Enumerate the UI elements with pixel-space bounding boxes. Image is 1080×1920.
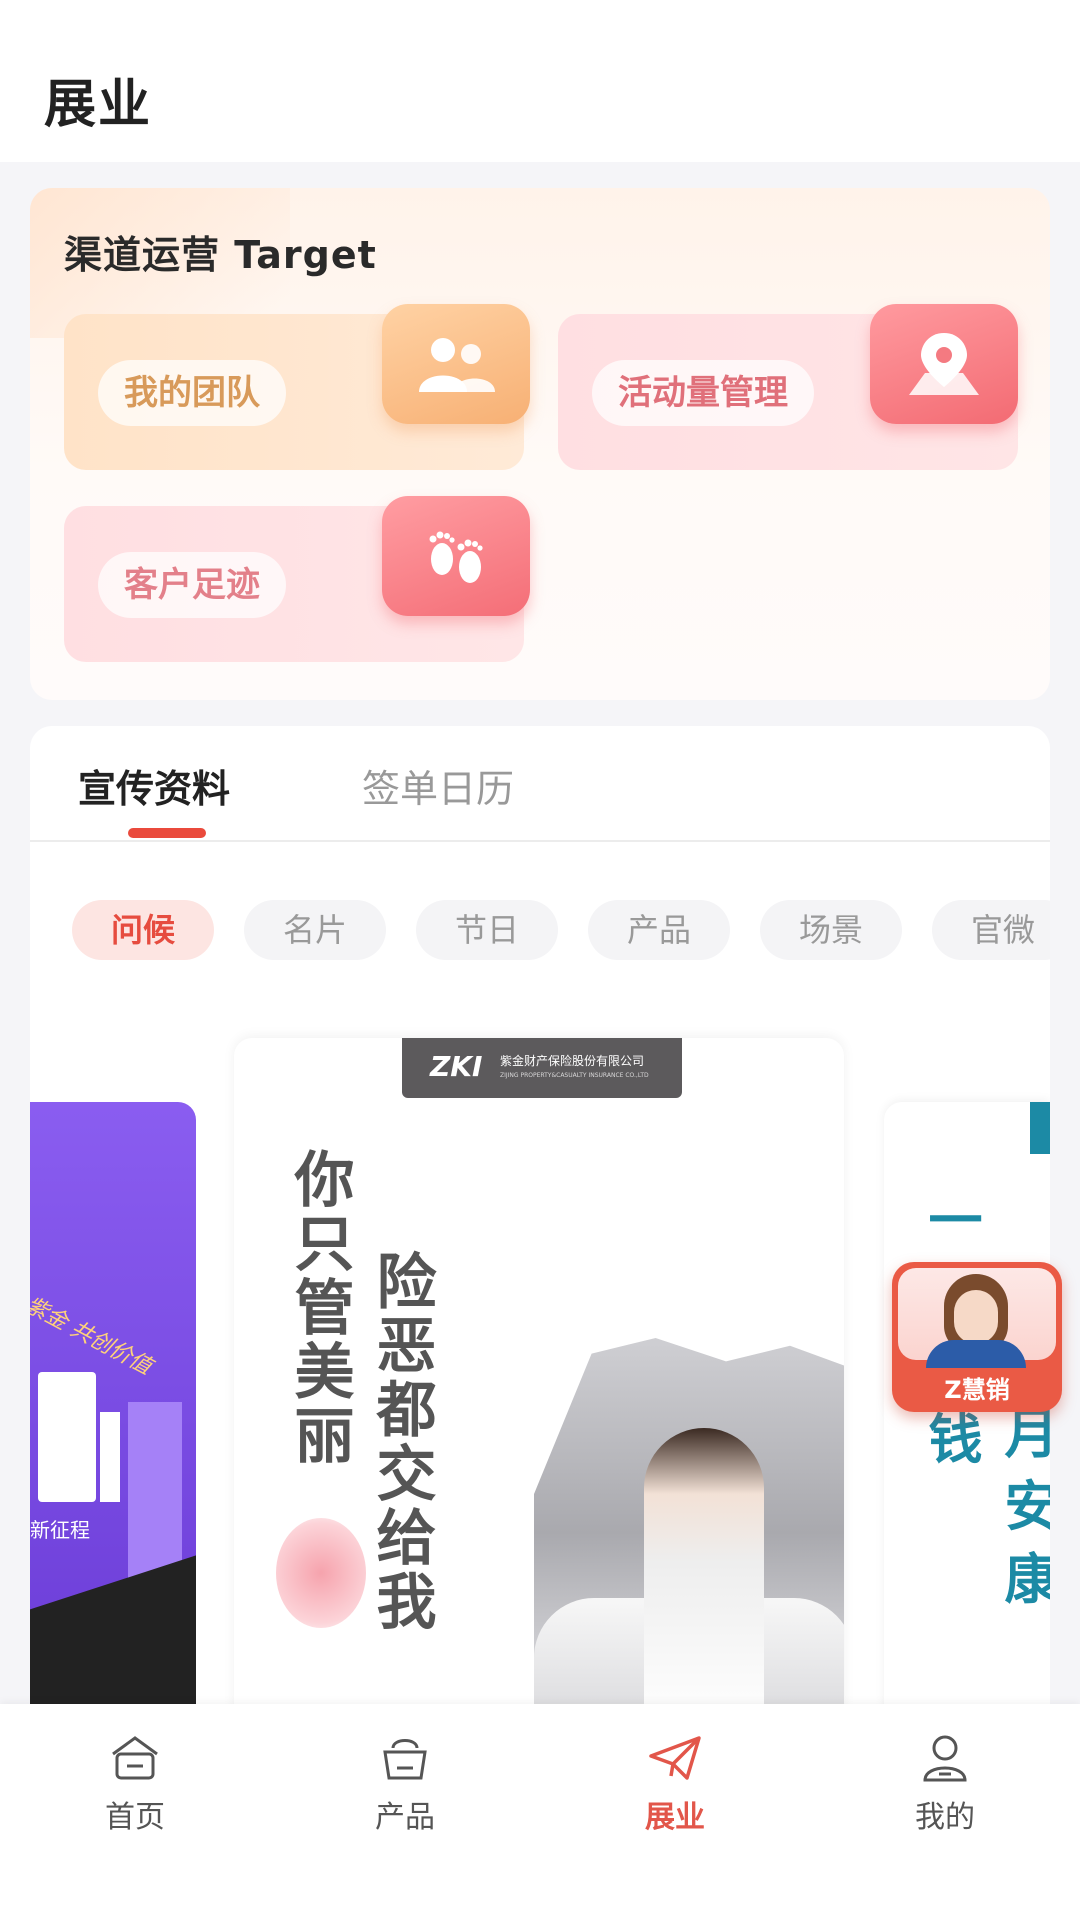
- poster-graphic: [100, 1412, 120, 1502]
- poster-headline-line2: 险恶都交给我: [366, 1250, 436, 1634]
- bottom-navigation: 首页 产品 展业 我的: [0, 1704, 1080, 1920]
- user-icon: [915, 1728, 975, 1788]
- z-smart-sales-assistant-button[interactable]: Z慧销: [892, 1262, 1062, 1412]
- nav-item-business[interactable]: 展业: [605, 1728, 745, 1836]
- tab-signing-calendar[interactable]: 签单日历: [362, 758, 514, 813]
- poster-card-previous[interactable]: 紫金 共创价值 新征程: [30, 1102, 196, 1722]
- customer-footprint-label: 客户足迹: [98, 552, 286, 618]
- team-icon: [382, 304, 530, 424]
- company-logo-mark: ZKI: [430, 1050, 483, 1083]
- active-tab-indicator: [128, 828, 206, 838]
- nav-label-home: 首页: [105, 1800, 165, 1835]
- poster-photo: [534, 1338, 844, 1726]
- poster-headline-line1: 你只管美丽: [284, 1148, 354, 1468]
- page-title: 展业: [44, 75, 153, 135]
- poster-card-current[interactable]: ZKI 紫金财产保险股份有限公司 ZIJING PROPERTY&CASUALT…: [234, 1038, 844, 1726]
- my-team-tile[interactable]: 我的团队: [64, 304, 530, 470]
- nav-item-mine[interactable]: 我的: [875, 1728, 1015, 1836]
- flower-decoration: [276, 1518, 366, 1628]
- poster-card-next[interactable]: 一 打 东 钱 月 月 安 康: [884, 1102, 1050, 1722]
- activity-management-label: 活动量管理: [592, 360, 814, 426]
- category-chip-business-card[interactable]: 名片: [244, 900, 386, 960]
- nav-label-business: 展业: [645, 1800, 705, 1835]
- category-chip-scenes[interactable]: 场景: [760, 900, 902, 960]
- promo-materials-section: 宣传资料 签单日历 问候 名片 节日 产品 场景 官微 紫金 共创价值 新征程 …: [30, 726, 1050, 1726]
- company-logo-banner: ZKI 紫金财产保险股份有限公司 ZIJING PROPERTY&CASUALT…: [402, 1038, 682, 1098]
- poster-slogan: 紫金 共创价值: [30, 1292, 156, 1380]
- channel-operations-card: 渠道运营 Target 我的团队 活动量管理 客户足迹: [30, 188, 1050, 700]
- company-name: 紫金财产保险股份有限公司: [500, 1054, 645, 1068]
- bag-icon: [375, 1728, 435, 1788]
- app-header: 展业: [0, 0, 1080, 162]
- category-chip-products[interactable]: 产品: [588, 900, 730, 960]
- category-chip-official-wechat[interactable]: 官微: [932, 900, 1050, 960]
- model-image: [644, 1428, 764, 1726]
- my-team-label: 我的团队: [98, 360, 286, 426]
- assistant-avatar-face: [954, 1290, 998, 1344]
- poster-subtitle: 新征程: [30, 1518, 90, 1542]
- category-chip-holidays[interactable]: 节日: [416, 900, 558, 960]
- poster-shape-graphic: [30, 1546, 196, 1722]
- assistant-label: Z慧销: [944, 1376, 1010, 1404]
- tab-promo-materials[interactable]: 宣传资料: [78, 758, 230, 813]
- channel-operations-title: 渠道运营 Target: [64, 233, 377, 277]
- assistant-avatar-suit: [926, 1340, 1026, 1368]
- paper-plane-icon: [645, 1728, 705, 1788]
- customer-footprint-tile[interactable]: 客户足迹: [64, 496, 530, 662]
- footprints-icon: [382, 496, 530, 616]
- category-chip-greetings[interactable]: 问候: [72, 900, 214, 960]
- nav-item-home[interactable]: 首页: [65, 1728, 205, 1836]
- materials-tab-bar: 宣传资料 签单日历: [30, 726, 1050, 842]
- company-name-english: ZIJING PROPERTY&CASUALTY INSURANCE CO.,L…: [500, 1072, 649, 1079]
- nav-item-products[interactable]: 产品: [335, 1728, 475, 1836]
- category-filter-bar: 问候 名片 节日 产品 场景 官微: [72, 900, 1050, 964]
- poster-graphic: [38, 1372, 96, 1502]
- home-icon: [105, 1728, 165, 1788]
- activity-management-tile[interactable]: 活动量管理: [558, 304, 1018, 470]
- nav-label-mine: 我的: [915, 1800, 975, 1835]
- nav-label-products: 产品: [375, 1800, 435, 1835]
- location-pin-icon: [870, 304, 1018, 424]
- poster-tag: [1030, 1102, 1050, 1154]
